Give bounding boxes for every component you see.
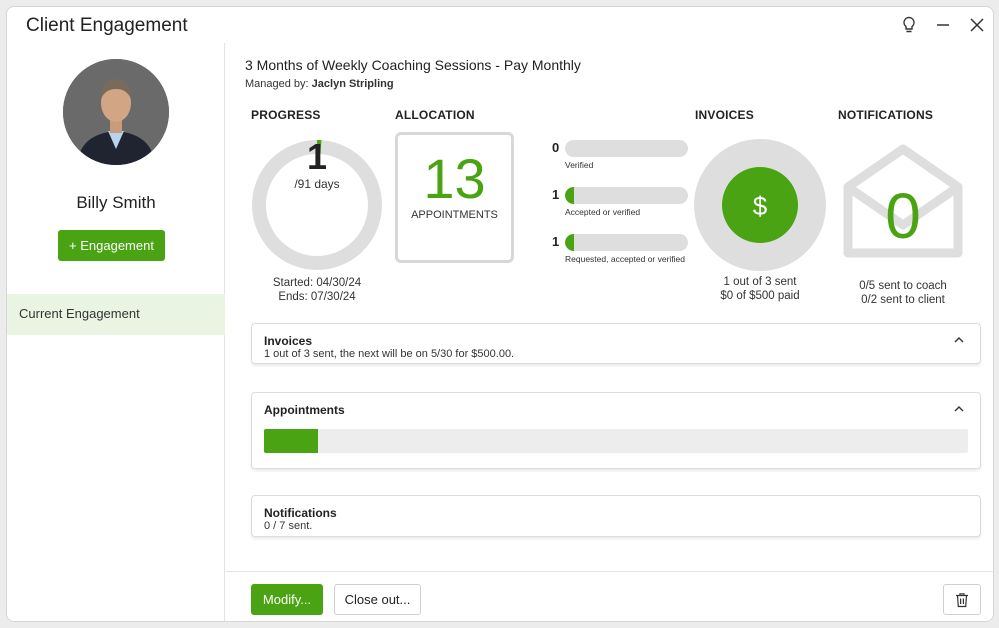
- close-icon[interactable]: [965, 13, 989, 37]
- progress-readout: 1 /91 days: [251, 136, 383, 192]
- manager-name: Jaclyn Stripling: [311, 78, 394, 90]
- lightbulb-icon[interactable]: [897, 13, 921, 37]
- invoices-sent: 1 out of 3 sent: [723, 276, 797, 288]
- engagement-title: 3 Months of Weekly Coaching Sessions - P…: [245, 57, 581, 73]
- invoices-paid: $0 of $500 paid: [720, 290, 800, 302]
- notifications-panel-title: Notifications: [264, 506, 337, 520]
- allocation-row-caption: Requested, accepted or verified: [565, 254, 686, 264]
- client-engagement-window: Client Engagement Billy Smith + Engageme…: [6, 6, 994, 622]
- allocation-row-track: [565, 140, 688, 157]
- notifications-client: 0/2 sent to client: [861, 294, 945, 306]
- allocation-row-count: 1: [552, 234, 560, 249]
- close-out-button[interactable]: Close out...: [334, 584, 421, 615]
- invoices-panel-subtitle: 1 out of 3 sent, the next will be on 5/3…: [264, 348, 515, 360]
- managed-by-label: Managed by:: [245, 78, 309, 90]
- allocation-row-fill: [565, 234, 575, 251]
- allocation-row-count: 1: [552, 187, 560, 202]
- allocation-heading: ALLOCATION: [395, 108, 475, 122]
- allocation-box: 13 APPOINTMENTS: [395, 132, 514, 263]
- invoices-panel[interactable]: Invoices 1 out of 3 sent, the next will …: [251, 323, 981, 364]
- allocation-row-count: 0: [552, 140, 560, 155]
- progress-total: /91 days: [294, 177, 340, 191]
- notifications-panel[interactable]: Notifications 0 / 7 sent.: [251, 495, 981, 537]
- allocation-row-track: [565, 187, 688, 204]
- chevron-up-icon[interactable]: [952, 402, 966, 416]
- progress-dates: Started: 04/30/24 Ends: 07/30/24: [251, 276, 383, 304]
- modify-button[interactable]: Modify...: [251, 584, 323, 615]
- appointments-panel-title: Appointments: [264, 403, 345, 417]
- notifications-summary: 0/5 sent to coach 0/2 sent to client: [838, 279, 968, 307]
- footer-divider: [226, 571, 993, 572]
- avatar: [63, 59, 169, 165]
- allocation-row-track: [565, 234, 688, 251]
- allocation-label: APPOINTMENTS: [411, 209, 498, 221]
- engagement-main: 3 Months of Weekly Coaching Sessions - P…: [226, 43, 993, 621]
- dollar-icon: $: [753, 191, 768, 221]
- notifications-coach: 0/5 sent to coach: [859, 280, 947, 292]
- appointments-panel[interactable]: Appointments: [251, 392, 981, 469]
- managed-by: Managed by: Jaclyn Stripling: [245, 78, 394, 90]
- minimize-icon[interactable]: [931, 13, 955, 37]
- invoices-panel-title: Invoices: [264, 334, 313, 348]
- add-engagement-button[interactable]: + Engagement: [58, 230, 165, 261]
- window-title: Client Engagement: [26, 15, 188, 36]
- invoices-dial: $: [694, 139, 826, 271]
- appointments-progress-track: [264, 429, 968, 453]
- sidebar: Billy Smith + Engagement Current Engagem…: [7, 43, 225, 621]
- allocation-row-caption: Accepted or verified: [565, 207, 641, 217]
- notifications-count: 0: [885, 180, 921, 252]
- trash-icon: [956, 592, 968, 607]
- title-bar: Client Engagement: [7, 7, 993, 43]
- progress-value: 1: [306, 136, 328, 177]
- notifications-heading: NOTIFICATIONS: [838, 108, 934, 122]
- appointments-progress-fill: [264, 429, 319, 453]
- allocation-row-fill: [565, 187, 575, 204]
- start-date: Started: 04/30/24: [272, 277, 362, 289]
- end-date: Ends: 07/30/24: [278, 291, 356, 303]
- progress-heading: PROGRESS: [251, 108, 321, 122]
- allocation-count: 13: [423, 147, 486, 210]
- invoices-heading: INVOICES: [695, 108, 754, 122]
- allocation-row-caption: Verified: [565, 160, 594, 170]
- delete-button[interactable]: [943, 584, 981, 615]
- sidebar-item-current-engagement[interactable]: Current Engagement: [7, 294, 225, 335]
- client-name: Billy Smith: [76, 193, 156, 212]
- invoices-summary: 1 out of 3 sent $0 of $500 paid: [694, 275, 826, 303]
- chevron-up-icon[interactable]: [952, 333, 966, 347]
- notifications-panel-subtitle: 0 / 7 sent.: [264, 520, 313, 532]
